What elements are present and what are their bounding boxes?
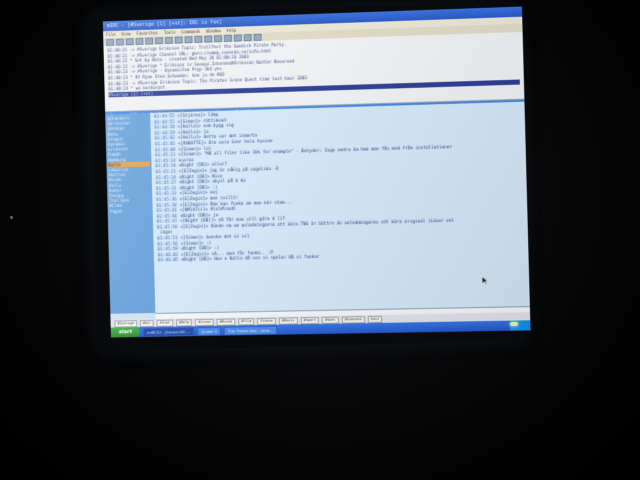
switchbar-tab[interactable]: Quiz <box>367 315 383 323</box>
menu-item-tools[interactable]: Tools <box>164 30 176 35</box>
toolbar-button-icon[interactable] <box>243 33 252 41</box>
mouse-cursor-icon <box>482 277 488 285</box>
message-log: 01:44:55 <[Stjärna]> lämp 01:44:55 <[Simon]… <box>150 101 530 313</box>
message-timestamp: 01:45:36 <box>156 197 177 203</box>
toolbar-button-icon[interactable] <box>174 35 183 44</box>
message-timestamp: 01:45:21 <box>155 169 176 176</box>
toolbar-button-icon[interactable] <box>106 38 115 46</box>
message-text: <[Simon]> kanske det ni vil <box>180 234 250 242</box>
message-timestamp: 01:45:59 <box>157 247 178 253</box>
toolbar-button-icon[interactable] <box>145 37 154 45</box>
switchbar-tab[interactable]: #Music <box>278 316 298 325</box>
switchbar-tab[interactable]: #Sverige <box>114 319 137 328</box>
toolbar-button-icon[interactable] <box>194 35 203 43</box>
taskbar-task-button[interactable]: mIRC32 - [Forum IRC ... <box>142 326 195 337</box>
message-timestamp: 01:45:05 <box>154 141 176 148</box>
message-text: <Night [DB]> Hon e Bolle då oss vi spela… <box>181 255 320 264</box>
switchbar-tab[interactable]: #Muzak <box>216 317 236 326</box>
message-timestamp: 01:45:47 <box>156 219 178 225</box>
toolbar-button-icon[interactable] <box>204 34 213 43</box>
menu-item-help[interactable]: Help <box>226 28 236 33</box>
switchbar-tab[interactable]: #Help <box>175 318 193 326</box>
start-button[interactable]: start <box>110 327 141 338</box>
monitor-power-light <box>510 322 518 326</box>
toolbar-button-icon[interactable] <box>233 33 242 42</box>
menu-item-commands[interactable]: Commands <box>181 29 200 35</box>
message-timestamp: 01:45:41 <box>156 208 177 214</box>
switchbar-tab[interactable]: #Linux <box>195 318 214 326</box>
switchbar-tab[interactable]: Status <box>257 317 276 325</box>
status-window: 01:40:21 -> #Sverige Eriksson Topic: Tro… <box>103 31 525 113</box>
message-text: inge) <box>160 230 173 236</box>
message-timestamp: 01:45:53 <box>157 236 178 242</box>
toolbar-button-icon[interactable] <box>253 33 262 41</box>
toolbar-button-icon[interactable] <box>164 36 173 44</box>
toolbar-button-icon[interactable] <box>125 37 134 45</box>
taskbar-task-button[interactable]: Quake 3 <box>197 326 221 336</box>
switchbar-tab[interactable]: #Spel <box>321 316 339 324</box>
switchbar-tab[interactable]: #Film <box>237 317 255 325</box>
toolbar-button-icon[interactable] <box>223 34 232 42</box>
channel-chat-area: @ChanServ @Eriksson @Snoopz Beta Dragon Dynam… <box>105 101 530 314</box>
menu-item-file[interactable]: File <box>106 32 116 37</box>
monitor-screen: mIRC - [#Sverige [1] [+nt]: IRC is fun] … <box>102 6 531 338</box>
toolbar-button-icon[interactable] <box>214 34 223 42</box>
menu-item-view[interactable]: View <box>121 31 131 36</box>
stray-light-reflection <box>10 216 13 219</box>
switchbar-tab[interactable]: #Svenska <box>341 315 365 324</box>
message-timestamp: 01:44:58 <box>154 125 175 131</box>
toolbar-button-icon[interactable] <box>115 38 124 46</box>
toolbar-button-icon[interactable] <box>135 37 144 45</box>
menu-item-window[interactable]: Window <box>206 28 220 33</box>
message-timestamp: 01:46:05 <box>157 258 179 264</box>
nick-list[interactable]: @ChanServ @Eriksson @Snoopz Beta Dragon Dynam… <box>105 112 156 314</box>
message-timestamp: 01:44:55 <box>154 114 175 120</box>
switchbar-tab[interactable]: #Sport <box>300 316 320 324</box>
taskbar-task-button[interactable]: The Pirates Bay - Ame... <box>223 325 278 336</box>
toolbar-button-icon[interactable] <box>184 35 193 43</box>
switchbar-tab[interactable]: #Kul <box>139 319 154 327</box>
switchbar-tab[interactable]: #Inet <box>156 319 174 327</box>
message-timestamp: 01:45:11 <box>155 152 176 159</box>
nick-item[interactable]: Yngve <box>110 208 151 214</box>
menu-item-favorites[interactable]: Favorites <box>137 30 158 36</box>
toolbar-button-icon[interactable] <box>155 36 164 44</box>
message-timestamp: 01:45:33 <box>156 191 177 198</box>
message-timestamp: 01:45:27 <box>155 180 177 187</box>
